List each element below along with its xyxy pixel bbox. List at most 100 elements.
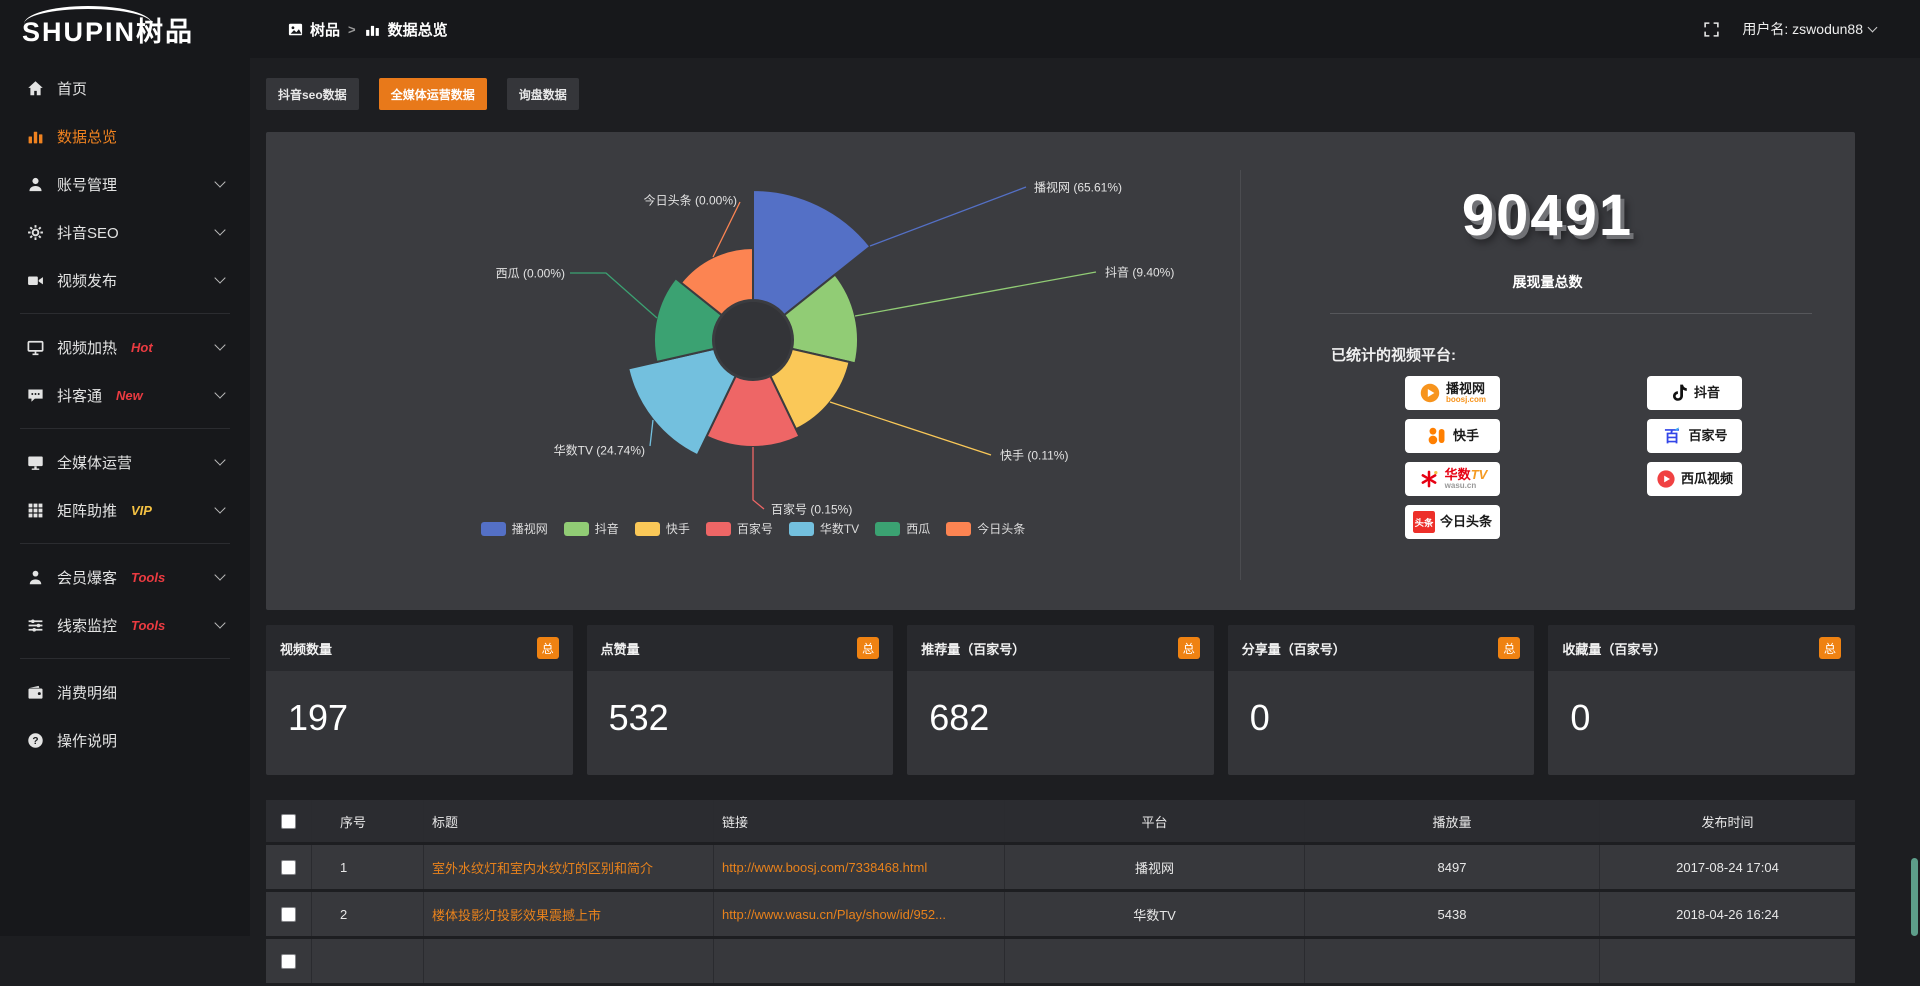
chevron-down-icon (214, 502, 225, 513)
table-header-cell: 发布时间 (1600, 800, 1855, 842)
chart-legend: 播视网抖音快手百家号华数TV 西瓜今日头条 (266, 520, 1240, 537)
member-icon (26, 568, 44, 586)
table-cell-link[interactable]: http://www.boosj.com/7338468.html (714, 845, 1005, 889)
sidebar-item-label: 数据总览 (57, 126, 117, 147)
platform-name: 今日头条 (1440, 515, 1492, 529)
grid-icon (26, 501, 44, 519)
sidebar-item-help[interactable]: ?操作说明 (0, 716, 250, 764)
xigua-logo (1656, 469, 1676, 489)
sidebar-item-media-operation[interactable]: 全媒体运营 (0, 438, 250, 486)
platform-name: 西瓜视频 (1681, 472, 1733, 486)
table-cell-platform (1005, 939, 1305, 983)
platform-subtext: boosj.com (1446, 396, 1486, 404)
legend-item-快手[interactable]: 快手 (635, 520, 690, 537)
sidebar-item-home[interactable]: 首页 (0, 64, 250, 112)
platform-badge-快手: 快手 (1405, 419, 1500, 453)
breadcrumb-label: 树品 (310, 19, 340, 40)
breadcrumb-label: 数据总览 (388, 19, 448, 40)
table-cell-plays: 5438 (1305, 892, 1600, 936)
pie-label-华数TV: 华数TV (24.74%) (554, 442, 645, 459)
legend-item-今日头条[interactable]: 今日头条 (946, 520, 1025, 537)
total-exposure-value: 90491 (1240, 182, 1855, 249)
table-cell-title[interactable]: 楼体投影灯投影效果震撼上市 (424, 892, 714, 936)
legend-item-西瓜[interactable]: 西瓜 (875, 520, 930, 537)
stat-card-header: 收藏量（百家号） 总 (1548, 625, 1855, 671)
sidebar-item-douketong[interactable]: 抖客通New (0, 371, 250, 419)
sidebar-divider (20, 428, 230, 429)
sidebar-item-label: 账号管理 (57, 174, 117, 195)
sidebar-item-video-heat[interactable]: 视频加热 Hot (0, 323, 250, 371)
sidebar-item-matrix-boost[interactable]: 矩阵助推VIP (0, 486, 250, 534)
stat-card-value: 682 (907, 671, 1214, 739)
sidebar-item-label: 消费明细 (57, 682, 117, 703)
total-badge[interactable]: 总 (1178, 637, 1200, 659)
row-checkbox[interactable] (281, 954, 296, 969)
sidebar-item-member-burst[interactable]: 会员爆客Tools (0, 553, 250, 601)
chevron-down-icon (214, 569, 225, 580)
svg-text:?: ? (32, 735, 38, 746)
breadcrumb-item-data-overview[interactable]: 数据总览 (364, 19, 448, 40)
tab-media-operation-data[interactable]: 全媒体运营数据 (379, 78, 487, 110)
row-checkbox[interactable] (281, 907, 296, 922)
stat-card-视频数量: 视频数量总197 (266, 625, 573, 775)
total-badge[interactable]: 总 (1498, 637, 1520, 659)
table-cell-index: 2 (312, 892, 424, 936)
breadcrumb-item-shupin[interactable]: 树品 (286, 19, 340, 40)
legend-item-百家号[interactable]: 百家号 (706, 520, 773, 537)
table-cell-time: 2017-08-24 17:04 (1600, 845, 1855, 889)
pie-label-百家号: 百家号 (0.15%) (771, 501, 852, 518)
toutiao-logo: 头条 (1413, 511, 1435, 533)
sidebar-item-data-overview[interactable]: 数据总览 (0, 112, 250, 160)
table-cell-index (312, 939, 424, 983)
table-cell-platform: 播视网 (1005, 845, 1305, 889)
sidebar-item-tag: New (116, 388, 143, 403)
pie-leader-line (753, 447, 764, 509)
legend-item-播视网[interactable]: 播视网 (481, 520, 548, 537)
tab-douyin-seo-data[interactable]: 抖音seo数据 (266, 78, 359, 110)
page-scrollbar[interactable] (1910, 58, 1918, 936)
scrollbar-thumb[interactable] (1911, 858, 1918, 936)
sidebar-item-clue-monitor[interactable]: 线索监控Tools (0, 601, 250, 649)
stat-card-title: 收藏量（百家号） (1562, 639, 1666, 658)
table-cell-title[interactable]: 室外水纹灯和室内水纹灯的区别和简介 (424, 845, 714, 889)
legend-item-抖音[interactable]: 抖音 (564, 520, 619, 537)
sidebar-item-label: 首页 (57, 78, 87, 99)
top-bar: SHUPIN树品 树品 > 数据总览 用户名: zswodun88 (0, 0, 1920, 58)
legend-item-华数TV[interactable]: 华数TV (789, 520, 859, 537)
row-checkbox[interactable] (281, 860, 296, 875)
table-cell-link[interactable] (714, 939, 1005, 983)
sidebar-item-tag: Hot (131, 340, 153, 355)
sidebar-item-consume-detail[interactable]: 消费明细 (0, 668, 250, 716)
total-badge[interactable]: 总 (1819, 637, 1841, 659)
tab-inquiry-data[interactable]: 询盘数据 (507, 78, 579, 110)
stat-card-value: 0 (1228, 671, 1535, 739)
platform-name: 快手 (1453, 429, 1479, 443)
table-cell-link[interactable]: http://www.wasu.cn/Play/show/id/952... (714, 892, 1005, 936)
chart-icon (364, 20, 382, 38)
summary-divider (1330, 313, 1812, 314)
logo: SHUPIN树品 (0, 0, 250, 58)
sidebar-item-video-publish[interactable]: 视频发布 (0, 256, 250, 304)
table-header-cell (266, 800, 312, 842)
total-badge[interactable]: 总 (537, 637, 559, 659)
wasu-logo (1418, 468, 1440, 490)
total-badge[interactable]: 总 (857, 637, 879, 659)
user-menu[interactable]: 用户名: zswodun88 (1742, 19, 1876, 39)
pie-label-西瓜: 西瓜 (0.00%) (496, 265, 565, 282)
fullscreen-icon[interactable] (1702, 20, 1720, 38)
table-cell-title[interactable] (424, 939, 714, 983)
select-all-checkbox[interactable] (281, 814, 296, 829)
boosj-logo (1419, 382, 1441, 404)
douyin-logo (1669, 383, 1689, 403)
platform-badge-百家号: 百百家号 (1647, 419, 1742, 453)
user-icon (26, 175, 44, 193)
table-cell-plays: 8497 (1305, 845, 1600, 889)
legend-swatch (946, 522, 971, 536)
platform-badge-抖音: 抖音 (1647, 376, 1742, 410)
chevron-down-icon (214, 617, 225, 628)
pie-leader-line (830, 402, 991, 455)
sidebar-item-label: 视频加热 (57, 337, 117, 358)
sidebar-item-douyin-seo[interactable]: 抖音SEO (0, 208, 250, 256)
legend-swatch (706, 522, 731, 536)
sidebar-item-account-manage[interactable]: 账号管理 (0, 160, 250, 208)
